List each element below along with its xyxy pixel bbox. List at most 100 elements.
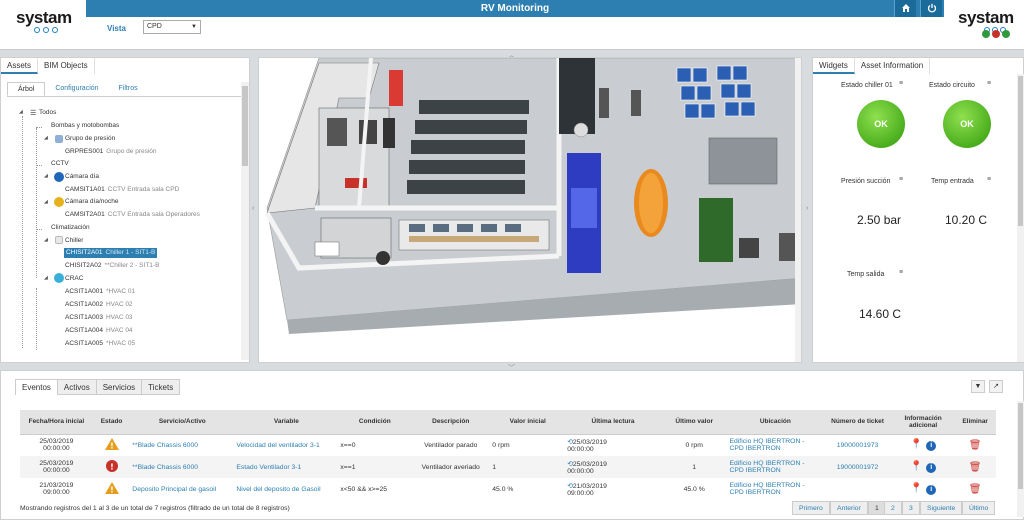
widget-menu-icon[interactable]: ≡ — [987, 176, 991, 183]
widget-title: Estado chiller 01 — [841, 82, 893, 89]
cell-variable[interactable]: Estado Ventilador 3-1 — [234, 456, 339, 478]
cell-eliminar: 🗑 — [954, 434, 996, 456]
info-icon[interactable]: i — [926, 441, 937, 452]
tree-item-chiller[interactable]: Chiller — [65, 236, 83, 246]
collapse-left-icon[interactable]: ‹ — [252, 205, 254, 212]
external-link-button[interactable]: ↗ — [989, 380, 1003, 393]
cell-ticket[interactable] — [823, 478, 892, 500]
tree-item-grpres001[interactable]: GRPRES001 Grupo de presión — [65, 147, 157, 157]
col-header[interactable]: Última lectura — [565, 410, 661, 435]
widget-menu-icon[interactable]: ≡ — [899, 176, 903, 183]
pagination-last[interactable]: Último — [962, 501, 996, 515]
cell-ticket[interactable]: 19000001972 — [823, 456, 892, 478]
widgets-scrollbar[interactable] — [1017, 74, 1024, 362]
col-header[interactable]: Estado — [92, 410, 131, 435]
trash-icon[interactable]: 🗑 — [969, 484, 982, 495]
collapse-toggle-icon[interactable]: ◢ — [44, 199, 48, 205]
info-icon[interactable]: i — [926, 485, 937, 495]
cell-ticket[interactable]: 19000001973 — [823, 434, 892, 456]
cell-ubicacion[interactable]: Edificio HQ IBERTRON - CPD IBERTRON — [727, 434, 823, 456]
map-pin-icon[interactable]: 📍 — [910, 461, 922, 472]
map-pin-icon[interactable]: 📍 — [910, 483, 922, 494]
col-header[interactable]: Servicio/Activo — [130, 410, 235, 435]
tree-item-crac[interactable]: CRAC — [65, 274, 83, 284]
tree-scrollbar[interactable] — [241, 82, 249, 360]
tree-item-chisit2a02[interactable]: CHISIT2A02 **Chiller 2 - SIT1-B — [65, 261, 159, 271]
collapse-toggle-icon[interactable]: ◢ — [44, 135, 48, 141]
cell-eliminar: 🗑 — [954, 478, 996, 500]
col-header[interactable]: Número de ticket — [823, 410, 892, 435]
tree-item-todos[interactable]: Todos — [39, 108, 56, 118]
home-icon — [901, 4, 910, 12]
pagination-next[interactable]: Siguiente — [920, 501, 963, 515]
tree-item-bombas[interactable]: Bombas y motobombas — [51, 121, 119, 131]
col-header[interactable]: Ubicación — [727, 410, 824, 435]
cell-ubicacion[interactable]: Edificio HQ IBERTRON - CPD IBERTRON — [727, 456, 824, 478]
tree-item-chisit2a01[interactable]: CHISIT2A01 Chiller 1 - SIT1-B — [64, 248, 158, 258]
col-header[interactable]: Descripción — [411, 410, 491, 435]
collapse-toggle-icon[interactable]: ◢ — [19, 109, 23, 115]
svg-text:!: ! — [110, 463, 114, 472]
tree-item-camara-dia-noche[interactable]: Cámara día/noche — [65, 197, 118, 207]
col-header[interactable]: Información adicional — [891, 410, 955, 435]
building-3d-model[interactable] — [259, 58, 802, 363]
bim-3d-viewer[interactable] — [258, 57, 802, 363]
cell-variable[interactable]: Velocidad del ventilador 3-1 — [234, 434, 338, 456]
tree-item-camsit1a01[interactable]: CAMSIT1A01 CCTV Entrada sala CPD — [65, 185, 179, 195]
collapse-right-icon[interactable]: › — [806, 205, 808, 212]
col-header[interactable]: Eliminar — [954, 410, 996, 435]
cell-ultima-lectura: ⟲25/03/2019 00:00:00 — [567, 438, 607, 453]
tree-item-acsit1a003[interactable]: ACSIT1A003 HVAC 03 — [65, 313, 133, 323]
col-header[interactable]: Condición — [338, 410, 412, 435]
col-header[interactable]: Fecha/Hora inicial — [20, 410, 93, 435]
widget-menu-icon[interactable]: ≡ — [987, 80, 991, 87]
tab-tickets[interactable]: Tickets — [142, 379, 181, 395]
vista-select[interactable]: CPD ▼ — [143, 20, 201, 34]
widget-title: Estado circuito — [929, 82, 975, 89]
table-row[interactable]: 25/03/2019 00:00:00 ! **Blade Chassis 600… — [20, 434, 996, 456]
table-row[interactable]: 21/03/2019 09:00:00 ! Deposito Principal … — [20, 478, 996, 500]
tab-eventos[interactable]: Eventos — [15, 379, 58, 395]
info-icon[interactable]: i — [926, 463, 937, 473]
home-button[interactable] — [894, 0, 916, 17]
cell-variable[interactable]: Nivel del deposito de Gasoil — [234, 478, 338, 500]
tree-item-cctv[interactable]: CCTV — [51, 159, 69, 169]
tab-widgets[interactable]: Widgets — [813, 58, 855, 74]
cell-servicio[interactable]: **Blade Chassis 6000 — [130, 434, 234, 456]
collapse-toggle-icon[interactable]: ◢ — [44, 237, 48, 243]
pagination-page-3[interactable]: 3 — [902, 501, 920, 515]
cell-servicio[interactable]: Deposito Principal de gasoil — [130, 478, 234, 500]
tree-item-acsit1a001[interactable]: ACSIT1A001 *HVAC 01 — [65, 287, 135, 297]
power-button[interactable] — [920, 0, 942, 17]
filter-button[interactable]: ▼ — [971, 380, 985, 393]
trash-icon[interactable]: 🗑 — [969, 462, 982, 473]
pagination-previous[interactable]: Anterior — [830, 501, 868, 515]
tree-item-acsit1a002[interactable]: ACSIT1A002 HVAC 02 — [65, 300, 133, 310]
map-pin-icon[interactable]: 📍 — [910, 439, 922, 450]
widget-menu-icon[interactable]: ≡ — [899, 80, 903, 87]
tab-asset-information[interactable]: Asset Information — [855, 58, 931, 74]
tree-item-acsit1a005[interactable]: ACSIT1A005 *HVAC 05 — [65, 339, 135, 349]
cell-ubicacion[interactable]: Edificio HQ IBERTRON - CPD IBERTRON — [727, 478, 823, 500]
widget-menu-icon[interactable]: ≡ — [899, 269, 903, 276]
cell-servicio[interactable]: **Blade Chassis 6000 — [130, 456, 235, 478]
viewer-scrollbar[interactable] — [795, 58, 801, 362]
tree-item-camara-dia[interactable]: Cámara día — [65, 172, 99, 182]
widgets-tabs: Widgets Asset Information — [813, 58, 931, 74]
events-scrollbar[interactable] — [1017, 401, 1024, 517]
tree-item-camsit2a01[interactable]: CAMSIT2A01 CCTV Entrada sala Operadores — [65, 210, 200, 220]
trash-icon[interactable]: 🗑 — [969, 440, 982, 451]
col-header[interactable]: Valor inicial — [490, 410, 566, 435]
collapse-toggle-icon[interactable]: ◢ — [44, 275, 48, 281]
col-header[interactable]: Variable — [234, 410, 339, 435]
tab-activos[interactable]: Activos — [57, 379, 97, 395]
tree-item-climatizacion[interactable]: Climatización — [51, 223, 90, 233]
tree-item-acsit1a004[interactable]: ACSIT1A004 HVAC 04 — [65, 326, 133, 336]
pagination-first[interactable]: Primero — [792, 501, 830, 515]
pagination-page-2[interactable]: 2 — [884, 501, 902, 515]
tree-item-grupo-presion[interactable]: Grupo de presión — [65, 134, 115, 144]
col-header[interactable]: Último valor — [660, 410, 728, 435]
tab-servicios[interactable]: Servicios — [96, 379, 143, 395]
table-row[interactable]: 25/03/2019 00:00:00 ! **Blade Chassis 600… — [20, 456, 996, 478]
collapse-toggle-icon[interactable]: ◢ — [44, 173, 48, 179]
